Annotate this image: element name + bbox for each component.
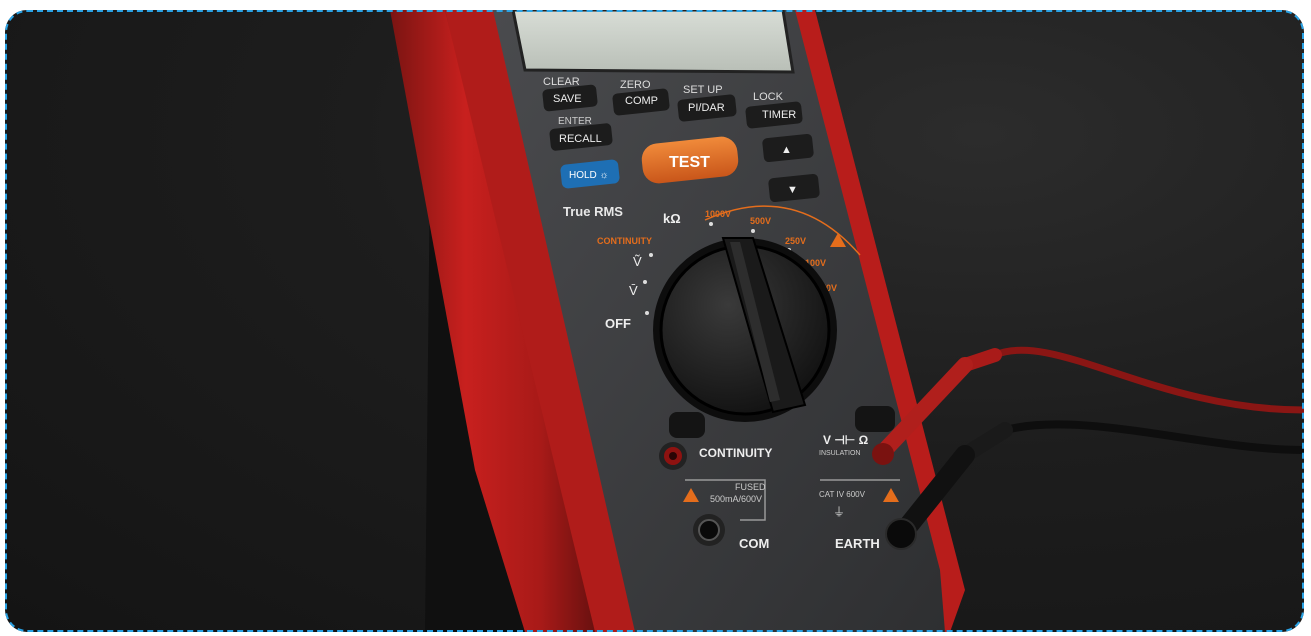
com-label: COM xyxy=(739,536,769,551)
recall-label: RECALL xyxy=(559,133,602,145)
down-arrow-icon: ▼ xyxy=(787,184,798,196)
range-500v: 500V xyxy=(750,216,771,226)
true-rms-label: True RMS xyxy=(563,204,623,219)
timer-label: TIMER xyxy=(762,109,796,121)
range-250v: 250V xyxy=(785,236,806,246)
insulation-label: INSULATION xyxy=(819,450,861,457)
range-1000v: 1000V xyxy=(705,209,731,219)
earth-label: EARTH xyxy=(835,536,880,551)
multimeter-photo: CLEAR SAVE ZERO COMP SET UP PI/DAR LOCK … xyxy=(390,10,1304,632)
fuse-rating-label: 500mA/600V xyxy=(710,494,762,504)
fused-label: FUSED xyxy=(735,482,766,492)
socket-slot xyxy=(669,412,705,438)
continuity-jack[interactable] xyxy=(659,442,687,470)
vac-label: Ṽ xyxy=(633,254,642,269)
pidar-label: PI/DAR xyxy=(688,102,725,114)
continuity-label: CONTINUITY xyxy=(699,446,772,460)
rotary-selector-dial[interactable] xyxy=(653,237,837,422)
zero-label: ZERO xyxy=(620,79,651,91)
clear-label: CLEAR xyxy=(543,76,580,88)
cat-rating-label: CAT IV 600V xyxy=(819,490,866,499)
com-jack[interactable] xyxy=(693,514,725,546)
kohm-label: kΩ xyxy=(663,211,681,226)
lcd-screen xyxy=(511,10,795,74)
ground-icon: ⏚ xyxy=(833,505,845,519)
up-arrow-icon: ▲ xyxy=(781,144,792,156)
comp-label: COMP xyxy=(625,95,658,107)
off-label: OFF xyxy=(605,316,631,331)
photo-frame: CLEAR SAVE ZERO COMP SET UP PI/DAR LOCK … xyxy=(5,10,1304,632)
test-label: TEST xyxy=(669,154,710,171)
continuity-range-label: CONTINUITY xyxy=(597,236,652,246)
v-terminal-label: V ⊣⊢ Ω xyxy=(823,433,869,447)
setup-label: SET UP xyxy=(683,84,723,96)
hold-label: HOLD ☼ xyxy=(569,170,609,181)
lock-label: LOCK xyxy=(753,91,784,103)
save-label: SAVE xyxy=(553,93,582,105)
socket-slot xyxy=(855,406,895,432)
enter-label: ENTER xyxy=(558,116,592,127)
vdc-label: V̄ xyxy=(629,283,638,298)
